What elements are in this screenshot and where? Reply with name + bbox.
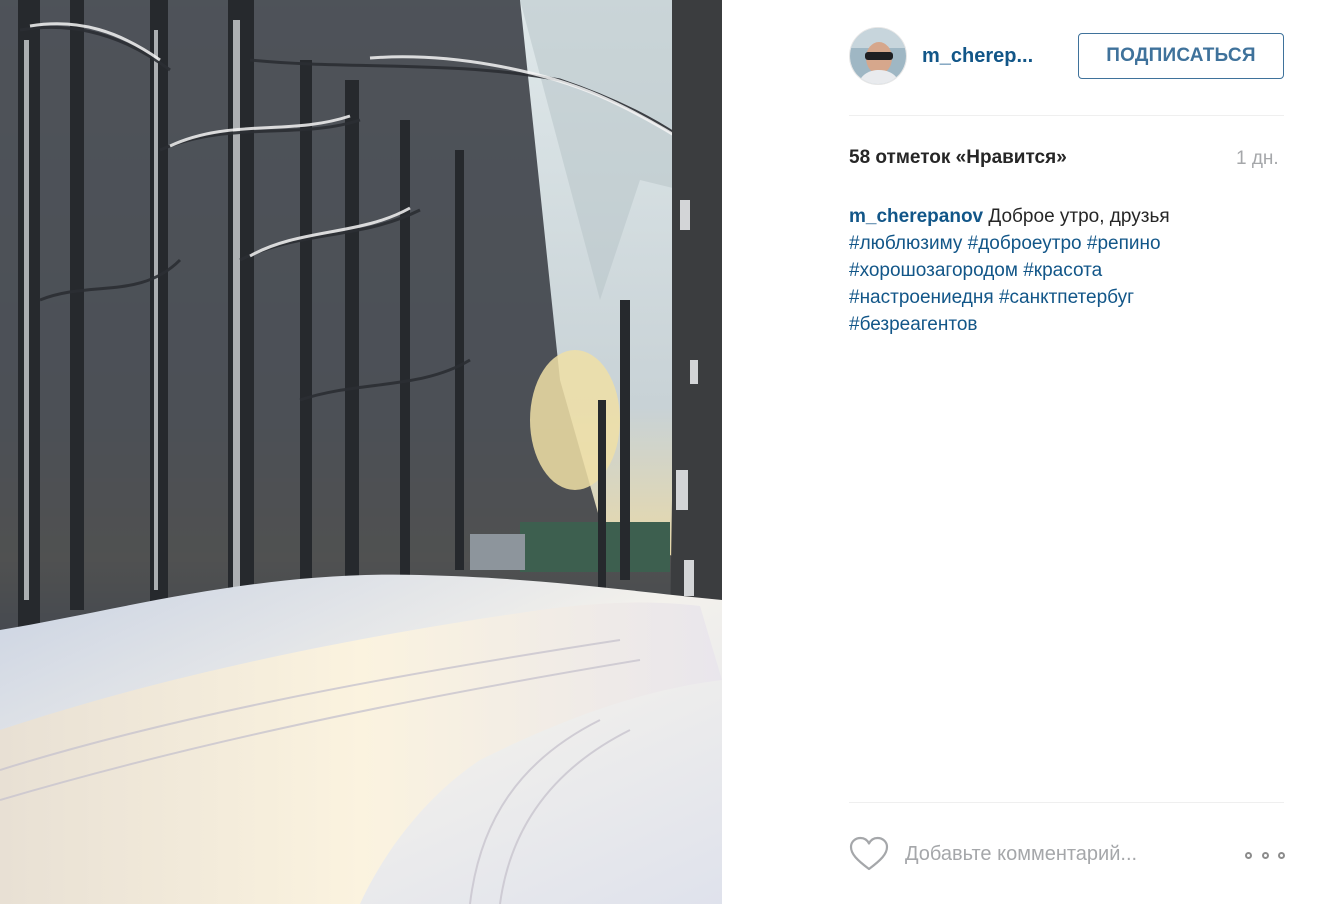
caption-text: Доброе утро, друзья [988,206,1170,227]
post-header: m_cherep... ПОДПИСАТЬСЯ [849,26,1285,88]
post-sidebar: m_cherep... ПОДПИСАТЬСЯ 58 отметок «Нрав… [722,0,1320,904]
dot [1261,851,1269,859]
post-photo[interactable] [0,0,722,904]
hashtag[interactable]: #красота [1023,260,1102,281]
author-username[interactable]: m_cherep... [922,45,1033,68]
hashtag[interactable]: #безреагентов [849,314,978,335]
avatar-image [850,28,906,84]
post-caption: m_cherepanov Доброе утро, друзья #люблюз… [849,203,1269,338]
hashtag[interactable]: #репино [1087,233,1161,254]
user-avatar[interactable] [849,27,907,85]
hashtag[interactable]: #доброеутро [968,233,1082,254]
more-options-icon[interactable] [1245,840,1285,870]
follow-button[interactable]: ПОДПИСАТЬСЯ [1078,33,1284,79]
post-time[interactable]: 1 дн. [1236,148,1279,170]
dot [1245,851,1252,859]
dot [1278,851,1285,859]
caption-username[interactable]: m_cherepanov [849,206,983,227]
hashtag[interactable]: #настроениедня [849,287,994,308]
hashtag[interactable]: #люблюзиму [849,233,962,254]
hashtag[interactable]: #санктпетербуг [999,287,1134,308]
hashtag[interactable]: #хорошозагородом [849,260,1018,281]
instagram-post: m_cherep... ПОДПИСАТЬСЯ 58 отметок «Нрав… [0,0,1320,904]
heart-icon[interactable] [849,836,889,872]
winter-forest-photo [0,0,722,904]
header-divider [849,115,1284,116]
comment-bar [849,832,1285,878]
likes-count[interactable]: 58 отметок «Нравится» [849,147,1067,169]
comments-divider [849,802,1284,803]
comment-input[interactable] [905,838,1225,870]
